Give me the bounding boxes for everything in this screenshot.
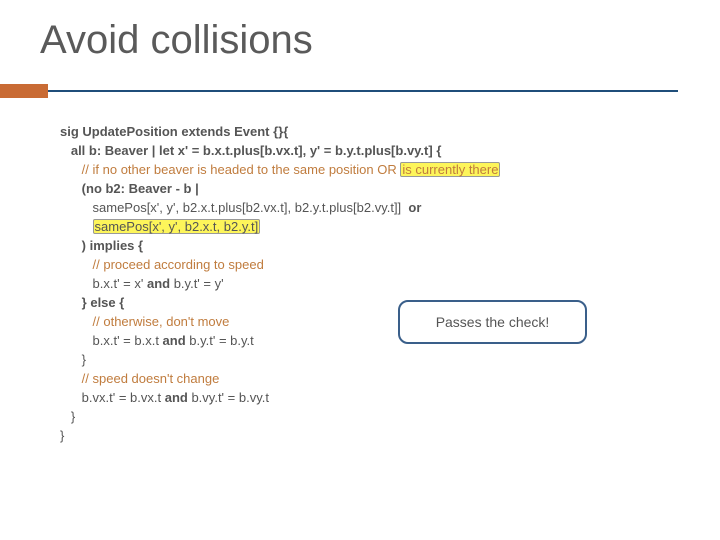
code-line: b.y.t' = b.y.t [186, 333, 254, 348]
code-line: } [60, 352, 86, 367]
code-keyword-and: and [165, 390, 188, 405]
code-keyword-and: and [147, 276, 170, 291]
code-highlight: samePos[x', y', b2.x.t, b2.y.t] [93, 219, 261, 234]
code-comment: // if no other beaver is headed to the s… [82, 162, 401, 177]
code-line: b.x.t' = b.x.t [60, 333, 163, 348]
code-pre [60, 162, 82, 177]
code-pre [60, 371, 82, 386]
code-comment: // proceed according to speed [93, 257, 264, 272]
code-comment: // speed doesn't change [82, 371, 220, 386]
code-keyword-or: or [401, 200, 421, 215]
code-line: b.x.t' = x' [60, 276, 147, 291]
accent-bar [0, 84, 48, 98]
code-line: b.vy.t' = b.vy.t [188, 390, 269, 405]
code-block: sig UpdatePosition extends Event {}{ all… [60, 122, 500, 445]
code-pre [60, 219, 93, 234]
code-pre [60, 314, 93, 329]
code-line: all b: Beaver | let x' = b.x.t.plus[b.vx… [60, 143, 441, 158]
code-line: } [60, 409, 75, 424]
code-line: b.y.t' = y' [170, 276, 224, 291]
code-line: samePos[x', y', b2.x.t.plus[b2.vx.t], b2… [60, 200, 401, 215]
code-keyword-and: and [163, 333, 186, 348]
code-comment: // otherwise, don't move [93, 314, 230, 329]
callout-text: Passes the check! [436, 314, 550, 330]
code-line: sig UpdatePosition extends Event {}{ [60, 124, 288, 139]
code-line: (no b2: Beaver - b | [60, 181, 199, 196]
callout-box: Passes the check! [398, 300, 587, 344]
code-highlight: is currently there [400, 162, 500, 177]
slide-title: Avoid collisions [40, 18, 313, 63]
code-line: } [60, 428, 64, 443]
title-underline [48, 90, 678, 92]
code-line: ) implies { [60, 238, 143, 253]
code-pre [60, 257, 93, 272]
code-line: } else { [60, 295, 124, 310]
code-line: b.vx.t' = b.vx.t [60, 390, 165, 405]
